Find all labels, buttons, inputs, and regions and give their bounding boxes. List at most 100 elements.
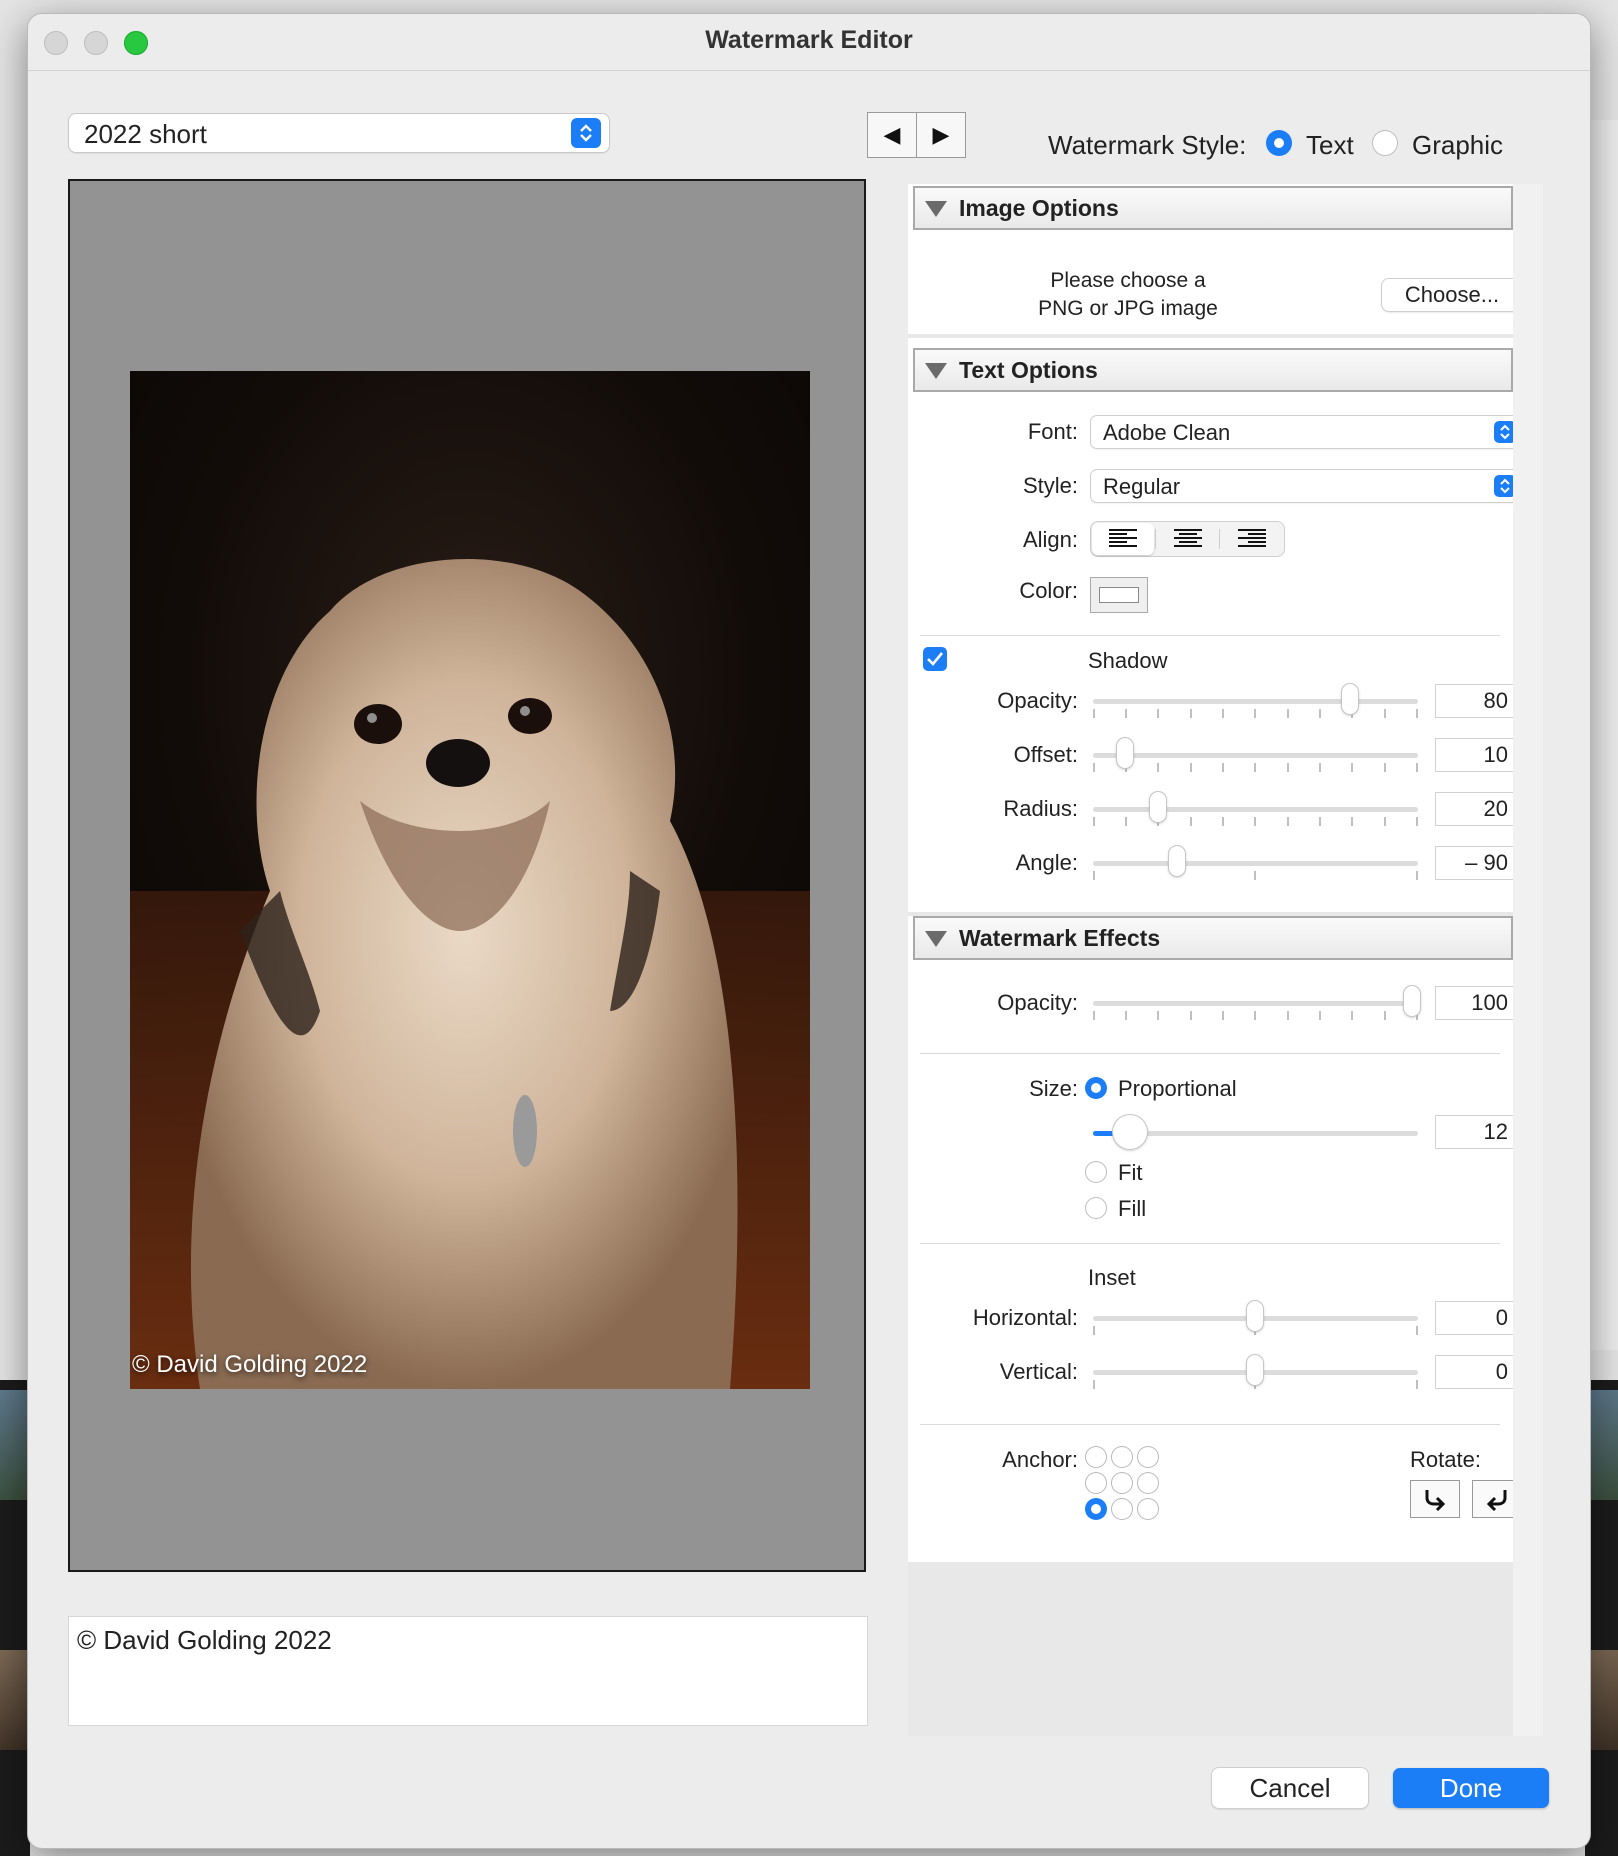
window-title: Watermark Editor	[705, 26, 913, 54]
shadow-offset-slider[interactable]	[1093, 738, 1418, 772]
slider-thumb[interactable]	[1404, 986, 1420, 1016]
style-text-radio[interactable]	[1266, 130, 1292, 156]
inset-horizontal-slider[interactable]	[1093, 1301, 1418, 1335]
watermark-style-label: Watermark Style:	[1048, 130, 1247, 160]
section-divider	[920, 635, 1500, 636]
slider-tick	[1190, 763, 1192, 772]
slider-tick	[1093, 763, 1095, 772]
slider-thumb[interactable]	[1113, 1115, 1147, 1149]
align-label: Align:	[1022, 527, 1078, 552]
shadow-offset-field[interactable]: 10	[1436, 739, 1514, 771]
align-right-button[interactable]	[1221, 523, 1283, 555]
disclosure-triangle-icon	[925, 931, 947, 947]
watermark-text-value: © David Golding 2022	[77, 1625, 332, 1655]
anchor-top-center[interactable]	[1111, 1446, 1133, 1468]
anchor-bottom-center[interactable]	[1111, 1498, 1133, 1520]
rotate-right-icon	[1425, 1490, 1446, 1511]
effects-opacity-slider[interactable]	[1093, 986, 1420, 1020]
size-field[interactable]: 12	[1436, 1116, 1514, 1148]
shadow-angle-slider[interactable]	[1093, 846, 1418, 880]
color-label: Color:	[1019, 578, 1078, 603]
slider-tick	[1384, 1011, 1386, 1020]
text-options-title: Text Options	[959, 357, 1098, 383]
anchor-middle-left[interactable]	[1085, 1472, 1107, 1494]
anchor-middle-right[interactable]	[1137, 1472, 1159, 1494]
choose-image-button[interactable]: Choose...	[1382, 279, 1522, 311]
inset-vertical-label: Vertical:	[999, 1359, 1078, 1384]
size-fit-radio[interactable]	[1085, 1161, 1107, 1183]
shadow-radius-slider[interactable]	[1093, 792, 1418, 826]
rotate-clockwise-button[interactable]	[1410, 1480, 1460, 1518]
slider-thumb[interactable]	[1169, 846, 1185, 876]
effects-opacity-field[interactable]: 100	[1436, 987, 1514, 1019]
anchor-bottom-right[interactable]	[1137, 1498, 1159, 1520]
slider-tick	[1254, 871, 1256, 880]
slider-tick	[1287, 817, 1289, 826]
watermark-text-input[interactable]: © David Golding 2022	[69, 1617, 867, 1725]
section-divider	[920, 1243, 1500, 1244]
watermark-effects-header[interactable]: Watermark Effects	[913, 916, 1513, 960]
anchor-top-left[interactable]	[1085, 1446, 1107, 1468]
slider-track	[1093, 861, 1418, 866]
dog-photo-image	[130, 558, 810, 1389]
slider-thumb[interactable]	[1342, 684, 1358, 714]
shadow-radius-field[interactable]: 20	[1436, 793, 1514, 825]
done-button[interactable]: Done	[1393, 1768, 1549, 1808]
align-center-icon	[1174, 529, 1202, 547]
shadow-angle-label: Angle:	[1015, 850, 1078, 875]
image-choose-prompt-line1: Please choose a	[1050, 269, 1206, 292]
style-label: Style:	[1022, 473, 1078, 498]
anchor-top-right[interactable]	[1137, 1446, 1159, 1468]
slider-track	[1093, 699, 1418, 704]
slider-tick	[1190, 817, 1192, 826]
next-image-button[interactable]: ▶	[917, 113, 965, 157]
slider-tick	[1093, 817, 1095, 826]
slider-thumb[interactable]	[1117, 738, 1133, 768]
font-select[interactable]: Adobe Clean	[1091, 416, 1521, 448]
align-left-button[interactable]	[1092, 523, 1154, 555]
shadow-angle-field[interactable]: – 90	[1436, 847, 1514, 879]
text-options-header[interactable]: Text Options	[913, 348, 1513, 392]
slider-thumb[interactable]	[1247, 1355, 1263, 1385]
anchor-bottom-left[interactable]	[1085, 1498, 1107, 1520]
previous-image-button[interactable]: ◀	[868, 113, 917, 157]
slider-tick	[1416, 871, 1418, 880]
color-swatch-fill	[1099, 587, 1139, 603]
shadow-offset-label: Offset:	[1013, 742, 1078, 767]
size-proportional-radio[interactable]	[1085, 1077, 1107, 1099]
effects-opacity-label: Opacity:	[997, 990, 1078, 1015]
image-options-header[interactable]: Image Options	[913, 186, 1513, 230]
inset-vertical-slider[interactable]	[1093, 1355, 1418, 1389]
disclosure-triangle-icon	[925, 363, 947, 379]
anchor-center[interactable]	[1111, 1472, 1133, 1494]
align-left-icon	[1109, 529, 1137, 547]
slider-track	[1093, 1001, 1418, 1006]
shadow-opacity-slider[interactable]	[1093, 684, 1418, 718]
size-slider[interactable]	[1093, 1115, 1418, 1149]
align-right-icon	[1238, 529, 1266, 547]
style-select[interactable]: Regular	[1091, 470, 1521, 502]
inset-horizontal-field[interactable]: 0	[1436, 1302, 1514, 1334]
slider-tick	[1351, 1011, 1353, 1020]
slider-tick	[1157, 763, 1159, 772]
slider-tick	[1416, 709, 1418, 718]
disclosure-triangle-icon	[925, 201, 947, 217]
inset-vertical-field[interactable]: 0	[1436, 1356, 1514, 1388]
slider-thumb[interactable]	[1150, 792, 1166, 822]
slider-thumb[interactable]	[1247, 1301, 1263, 1331]
shadow-opacity-field[interactable]: 80	[1436, 685, 1514, 717]
font-label: Font:	[1027, 419, 1078, 444]
options-panel: Image Options Please choose a PNG or JPG…	[908, 184, 1543, 1736]
slider-tick	[1254, 709, 1256, 718]
slider-tick	[1222, 1011, 1224, 1020]
slider-tick	[1384, 763, 1386, 772]
inset-label: Inset	[1088, 1265, 1136, 1290]
shadow-checkbox[interactable]	[923, 647, 947, 671]
cancel-button[interactable]: Cancel	[1212, 1768, 1368, 1808]
size-fill-radio[interactable]	[1085, 1197, 1107, 1219]
color-swatch[interactable]	[1090, 577, 1148, 613]
slider-tick	[1384, 817, 1386, 826]
style-graphic-radio[interactable]	[1372, 130, 1398, 156]
preset-select[interactable]: 2022 short	[69, 114, 609, 152]
align-center-button[interactable]	[1157, 523, 1219, 555]
